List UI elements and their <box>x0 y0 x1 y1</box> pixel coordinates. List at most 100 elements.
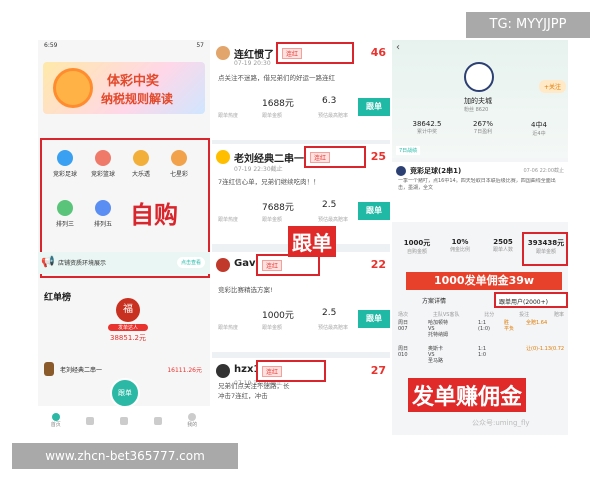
category-ball-icon <box>133 150 149 166</box>
post-amount: 1688元 <box>262 99 294 109</box>
detail-table-header: 场次 主队VS客队 比分 投注 赔率 <box>398 312 564 318</box>
back-icon[interactable]: ‹ <box>396 42 400 53</box>
plan-date: 07-06 22:00截止 <box>523 168 564 174</box>
plan-number: 1000元 自购金额 <box>403 239 431 255</box>
right-app-screen: ‹ 加的夫城 粉丝 8620 +关注 38642.5 累计中奖 267% 7日盈利 4中… <box>392 40 568 435</box>
follow-button[interactable]: +关注 <box>538 80 566 93</box>
post-heat-label: 跟单热度 <box>218 113 239 119</box>
tg-watermark: TG: MYYJJPP <box>466 12 590 38</box>
table-cell: 1:1 (1:0) <box>478 320 490 332</box>
nav-mine[interactable]: 我的 <box>187 413 197 428</box>
post-author: 连红惯了 <box>234 50 274 61</box>
rank-row-amount: 16111.26元 <box>167 367 202 374</box>
club-name: 加的夫城 <box>464 97 492 105</box>
middle-app-screen: 连红惯了 46 07-19 20:30 点关注不迷路，借兄弟们的好运一路连红 1688元… <box>212 40 390 435</box>
category-label: 竞彩足球 <box>52 171 77 178</box>
followers-tab[interactable]: 跟单用户(2000+) <box>494 292 568 308</box>
banner-subtitle: 纳税规则解读 <box>101 92 174 106</box>
mascot-icon <box>53 68 93 108</box>
rank-amount: 38851.2元 <box>110 334 146 342</box>
nav-item-2[interactable] <box>86 416 95 425</box>
post-odds: 6.3 <box>322 96 337 106</box>
amount-highlight <box>522 232 568 266</box>
category-2[interactable]: 竞彩篮球 <box>88 150 118 178</box>
post-text: 竞彩比赛精选方案! <box>218 286 273 294</box>
post-amount-label: 跟单金额 <box>262 217 283 223</box>
faint-watermark: 公众号:uming_fly <box>472 419 530 427</box>
status-bar: 6:59 57 <box>38 40 210 51</box>
post-avatar <box>216 46 230 60</box>
post-text: 冲击7连红，冲击 <box>218 392 268 400</box>
self-buy-caption: 自购 <box>130 201 178 229</box>
category-label: 竞彩篮球 <box>90 171 115 178</box>
table-cell: 胜 平负 <box>504 320 515 332</box>
club-logo-icon <box>464 62 494 92</box>
follow-fab[interactable]: 跟单 <box>110 378 140 408</box>
rank-avatar: 福 <box>116 298 140 322</box>
post-right-number: 22 <box>370 258 386 271</box>
plan-text: 一季一个赌叮，点16中14。四天轻取日本联后级比赛，四国曲线全面出击，墨湖，全文 <box>398 178 556 191</box>
plan-title: 竞彩足球(2串1) <box>410 167 462 175</box>
plan-avatar <box>396 166 406 176</box>
category-6[interactable]: 排列五 <box>88 200 118 228</box>
nav-item-4[interactable] <box>153 416 162 425</box>
category-ball-icon <box>95 200 111 216</box>
streak-tag-highlight: 连红 <box>276 42 354 64</box>
post-amount-label: 跟单金额 <box>262 325 283 331</box>
banner-title: 体彩中奖 <box>107 74 160 89</box>
profile-header: ‹ 加的夫城 粉丝 8620 +关注 38642.5 累计中奖 267% 7日盈利 4中… <box>392 40 568 158</box>
post-intro-text: 兄弟们点关注不迷路，长 <box>218 382 290 390</box>
category-ball-icon <box>95 150 111 166</box>
status-time: 6:59 <box>44 42 58 49</box>
table-cell: 全赔1.64 <box>526 320 548 326</box>
category-ball-icon <box>171 150 187 166</box>
ranking-row[interactable]: 老刘经典二串一 16111.26元 <box>38 360 210 380</box>
profile-stat: 267% 7日盈利 <box>472 120 493 135</box>
shop-strip[interactable]: 📢 店铺资质环境展示 点击查看 <box>38 252 210 274</box>
category-4[interactable]: 七星彩 <box>164 150 194 178</box>
nav-item-3[interactable] <box>120 416 128 425</box>
scheme-detail-tab[interactable]: 方案详情 <box>422 296 446 305</box>
category-label: 大乐透 <box>131 171 150 178</box>
view-shop-button[interactable]: 点击查看 <box>176 257 205 268</box>
post-amount: 7688元 <box>262 203 294 213</box>
post-right-number: 27 <box>370 364 386 377</box>
post-odds: 2.5 <box>322 308 337 318</box>
post-odds-label: 预估最高赔率 <box>318 325 349 331</box>
plan-number: 10% 佣金比例 <box>449 238 470 253</box>
stats-tab[interactable]: 7日战绩 <box>396 146 421 155</box>
category-3[interactable]: 大乐透 <box>126 150 156 178</box>
post-heat-label: 跟单热度 <box>218 217 239 223</box>
streak-tag-highlight: 连红 <box>256 254 320 276</box>
category-1[interactable]: 竞彩足球 <box>50 150 80 178</box>
tax-rules-banner[interactable]: 体彩中奖 纳税规则解读 <box>43 62 205 114</box>
post-date: 07-19 20:30 <box>234 60 271 67</box>
battery-level: 57 <box>196 42 204 49</box>
post-avatar <box>216 258 230 272</box>
profile-stat: 4中4 近4中 <box>531 121 547 137</box>
streak-badge: 连红 <box>262 366 283 377</box>
follow-button[interactable]: 跟单 <box>358 310 390 328</box>
post-date: 07-19 22:30截止 <box>234 166 283 173</box>
rank-row-avatar <box>44 362 54 376</box>
rank-card: 福 发单达人 38851.2元 <box>98 298 158 356</box>
megaphone-icon: 📢 <box>41 255 55 268</box>
category-5[interactable]: 排列三 <box>50 200 80 228</box>
table-cell: 让(0)-1.13(0.72 <box>526 346 565 352</box>
category-label: 排列三 <box>55 221 74 228</box>
site-watermark: www.zhcn-bet365777.com <box>12 443 238 469</box>
table-cell: 周日 007 <box>398 320 409 332</box>
streak-badge: 连红 <box>310 152 331 163</box>
nav-home[interactable]: 首页 <box>51 413 61 428</box>
post-avatar <box>216 364 230 378</box>
plan-card[interactable]: 竞彩足球(2串1) 07-06 22:00截止 一季一个赌叮，点16中14。四天… <box>392 162 568 222</box>
streak-badge: 连红 <box>282 48 303 59</box>
post-right-number: 46 <box>370 46 386 59</box>
follow-button[interactable]: 跟单 <box>358 98 390 116</box>
streak-badge: 连红 <box>262 260 283 271</box>
table-cell: 周日 010 <box>398 346 409 358</box>
profile-stat: 38642.5 累计中奖 <box>412 120 442 135</box>
category-label: 排列五 <box>93 221 112 228</box>
follow-button[interactable]: 跟单 <box>358 202 390 220</box>
post-amount-label: 跟单金额 <box>262 113 283 119</box>
